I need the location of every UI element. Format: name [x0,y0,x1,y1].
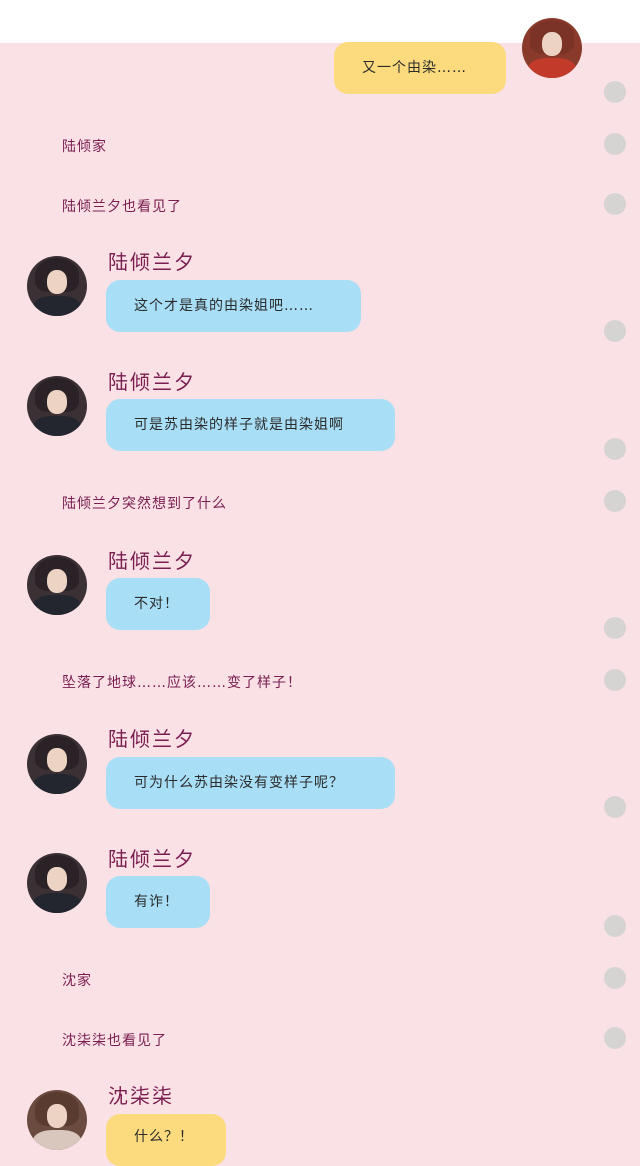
my-avatar[interactable] [522,18,582,78]
message-status-dot[interactable] [604,81,626,103]
avatar-body [33,595,81,615]
avatar-body [33,774,81,794]
avatar-body [33,1130,81,1150]
avatar-body [33,893,81,913]
speaker-name: 陆倾兰夕 [108,847,196,871]
message-status-dot[interactable] [604,133,626,155]
avatar-face [47,1104,67,1128]
avatar-face [47,748,67,772]
message-status-dot[interactable] [604,915,626,937]
speaker-name: 陆倾兰夕 [108,549,196,573]
speaker-name: 陆倾兰夕 [108,250,196,274]
avatar-face [47,867,67,891]
chat-bubble[interactable]: 这个才是真的由染姐吧…… [106,280,361,332]
narration-text: 坠落了地球……应该……变了样子！ [62,675,302,691]
chat-bubble[interactable]: 什么？！ [106,1114,226,1166]
speaker-name: 陆倾兰夕 [108,727,196,751]
speaker-avatar[interactable] [27,376,87,436]
narration-text: 陆倾兰夕也看见了 [62,199,182,215]
speaker-avatar[interactable] [27,853,87,913]
message-status-dot[interactable] [604,796,626,818]
message-status-dot[interactable] [604,617,626,639]
narration-text: 沈柒柒也看见了 [62,1033,167,1049]
chat-bubble[interactable]: 有诈！ [106,876,210,928]
chat-bubble[interactable]: 可为什么苏由染没有变样子呢？ [106,757,395,809]
message-status-dot[interactable] [604,967,626,989]
avatar-face [47,390,67,414]
narration-text: 陆倾家 [62,139,107,155]
chat-bubble[interactable]: 不对！ [106,578,210,630]
speaker-avatar[interactable] [27,1090,87,1150]
avatar-face [542,32,562,56]
message-status-dot[interactable] [604,1027,626,1049]
message-status-dot[interactable] [604,193,626,215]
message-status-dot[interactable] [604,490,626,512]
speaker-avatar[interactable] [27,256,87,316]
avatar-body [33,296,81,316]
speaker-name: 沈柒柒 [108,1084,174,1108]
message-status-dot[interactable] [604,320,626,342]
avatar-body [528,58,576,78]
speaker-avatar[interactable] [27,555,87,615]
my-message-bubble[interactable]: 又一个由染…… [334,42,506,94]
narration-text: 沈家 [62,973,92,989]
avatar-body [33,416,81,436]
narration-text: 陆倾兰夕突然想到了什么 [62,496,227,512]
speaker-avatar[interactable] [27,734,87,794]
chat-bubble[interactable]: 可是苏由染的样子就是由染姐啊 [106,399,395,451]
message-status-dot[interactable] [604,669,626,691]
message-status-dot[interactable] [604,438,626,460]
avatar-face [47,270,67,294]
speaker-name: 陆倾兰夕 [108,370,196,394]
avatar-face [47,569,67,593]
